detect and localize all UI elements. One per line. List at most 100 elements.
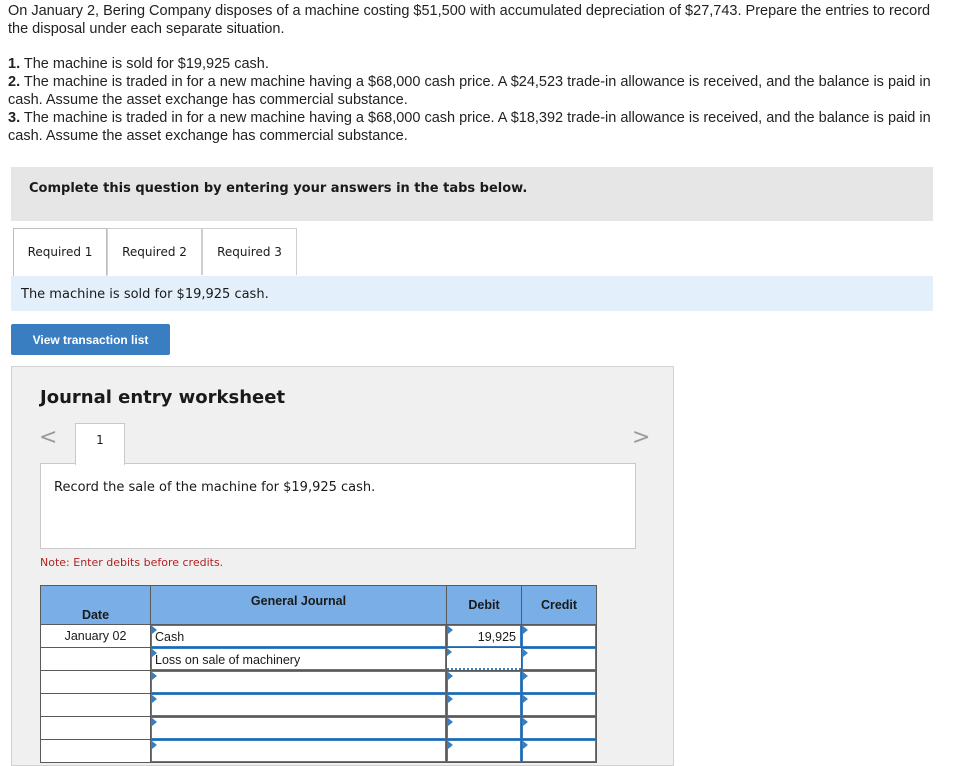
credit-input[interactable]	[522, 717, 596, 739]
credit-input[interactable]	[522, 740, 596, 762]
input-marker-icon	[523, 741, 528, 749]
entry-description: Record the sale of the machine for $19,9…	[40, 463, 636, 549]
question-item-1: 1. The machine is sold for $19,925 cash.	[8, 55, 948, 73]
question-intro-text: On January 2, Bering Company disposes of…	[8, 3, 931, 37]
account-input[interactable]	[151, 717, 446, 739]
table-row: Loss on sale of machinery	[40, 647, 597, 671]
item-text: The machine is sold for $19,925 cash.	[20, 56, 269, 72]
required-tabs: Required 1 Required 2 Required 3	[11, 228, 933, 277]
credit-input[interactable]	[522, 694, 596, 716]
general-journal-header: General Journal	[150, 585, 447, 625]
tab-instruction: The machine is sold for $19,925 cash.	[11, 276, 933, 311]
chevron-right-icon[interactable]: >	[632, 425, 650, 450]
credit-input[interactable]	[522, 625, 596, 647]
dropdown-marker-icon	[152, 672, 157, 680]
debit-input[interactable]	[447, 717, 521, 739]
view-transaction-list-button[interactable]: View transaction list	[11, 324, 170, 355]
table-row	[40, 693, 597, 717]
entry-page-tab[interactable]: 1	[75, 423, 125, 465]
account-input[interactable]	[151, 694, 446, 716]
date-cell	[40, 739, 151, 763]
input-marker-icon	[448, 741, 453, 749]
chevron-left-icon[interactable]: <	[39, 425, 57, 450]
credit-cell[interactable]	[521, 624, 597, 648]
debit-input[interactable]	[447, 648, 521, 670]
worksheet-title: Journal entry worksheet	[40, 387, 286, 408]
credit-cell[interactable]	[521, 647, 597, 671]
item-text: The machine is traded in for a new machi…	[8, 110, 931, 144]
dropdown-marker-icon	[152, 741, 157, 749]
instructions-text: Complete this question by entering your …	[29, 181, 528, 196]
credit-cell[interactable]	[521, 670, 597, 694]
input-marker-icon	[448, 718, 453, 726]
debit-cell[interactable]	[446, 716, 522, 740]
debit-cell[interactable]	[446, 739, 522, 763]
dropdown-marker-icon	[152, 695, 157, 703]
credit-cell[interactable]	[521, 716, 597, 740]
date-cell	[40, 716, 151, 740]
debit-input[interactable]	[447, 740, 521, 762]
account-input[interactable]: Cash	[151, 625, 446, 647]
date-cell	[40, 647, 151, 671]
item-number: 1.	[8, 56, 21, 72]
instructions-banner: Complete this question by entering your …	[11, 167, 933, 221]
credit-input[interactable]	[522, 671, 596, 693]
item-number: 2.	[8, 74, 21, 90]
debit-header: Debit	[446, 585, 522, 625]
debit-input[interactable]	[447, 694, 521, 716]
entry-description-text: Record the sale of the machine for $19,9…	[54, 480, 376, 495]
question-item-3: 3. The machine is traded in for a new ma…	[8, 109, 948, 145]
input-marker-icon	[523, 626, 528, 634]
account-cell[interactable]: Cash	[150, 624, 447, 648]
date-cell: January 02	[40, 624, 151, 648]
table-row	[40, 716, 597, 740]
input-marker-icon	[523, 649, 528, 657]
credit-header: Credit	[521, 585, 597, 625]
table-row	[40, 739, 597, 763]
journal-header-row: Date General Journal Debit Credit	[40, 585, 597, 625]
table-row	[40, 670, 597, 694]
item-number: 3.	[8, 110, 21, 126]
debit-cell[interactable]: 19,925	[446, 624, 522, 648]
account-cell[interactable]	[150, 693, 447, 717]
question-intro: On January 2, Bering Company disposes of…	[8, 2, 948, 38]
debit-cell[interactable]	[446, 670, 522, 694]
question-item-2: 2. The machine is traded in for a new ma…	[8, 73, 948, 109]
account-cell[interactable]	[150, 716, 447, 740]
credit-input[interactable]	[522, 648, 596, 670]
account-value: Cash	[155, 630, 185, 644]
debit-cell[interactable]	[446, 693, 522, 717]
debit-input[interactable]: 19,925	[447, 625, 521, 647]
account-value: Loss on sale of machinery	[155, 653, 301, 667]
account-input[interactable]	[151, 740, 446, 762]
dropdown-marker-icon	[152, 718, 157, 726]
debit-cell[interactable]	[446, 647, 522, 671]
debit-value: 19,925	[477, 630, 516, 644]
account-cell[interactable]	[150, 739, 447, 763]
input-marker-icon	[448, 626, 453, 634]
input-marker-icon	[447, 648, 452, 656]
input-marker-icon	[448, 695, 453, 703]
journal-entry-worksheet: Journal entry worksheet < > 1 Record the…	[11, 366, 674, 766]
item-text: The machine is traded in for a new machi…	[8, 74, 931, 108]
date-cell	[40, 693, 151, 717]
tab-required-1[interactable]: Required 1	[13, 228, 107, 277]
input-marker-icon	[523, 718, 528, 726]
tab-required-3[interactable]: Required 3	[202, 228, 297, 275]
entry-note: Note: Enter debits before credits.	[40, 556, 224, 569]
question-items: 1. The machine is sold for $19,925 cash.…	[8, 55, 948, 145]
debit-input[interactable]	[447, 671, 521, 693]
journal-table: Date General Journal Debit Credit Januar…	[40, 585, 597, 763]
account-cell[interactable]: Loss on sale of machinery	[150, 647, 447, 671]
tab-required-2[interactable]: Required 2	[107, 228, 202, 275]
account-input[interactable]: Loss on sale of machinery	[151, 648, 446, 670]
input-marker-icon	[523, 695, 528, 703]
account-cell[interactable]	[150, 670, 447, 694]
date-header: Date	[40, 585, 151, 625]
credit-cell[interactable]	[521, 693, 597, 717]
tab-instruction-text: The machine is sold for $19,925 cash.	[21, 287, 269, 302]
credit-cell[interactable]	[521, 739, 597, 763]
input-marker-icon	[523, 672, 528, 680]
input-marker-icon	[448, 672, 453, 680]
account-input[interactable]	[151, 671, 446, 693]
